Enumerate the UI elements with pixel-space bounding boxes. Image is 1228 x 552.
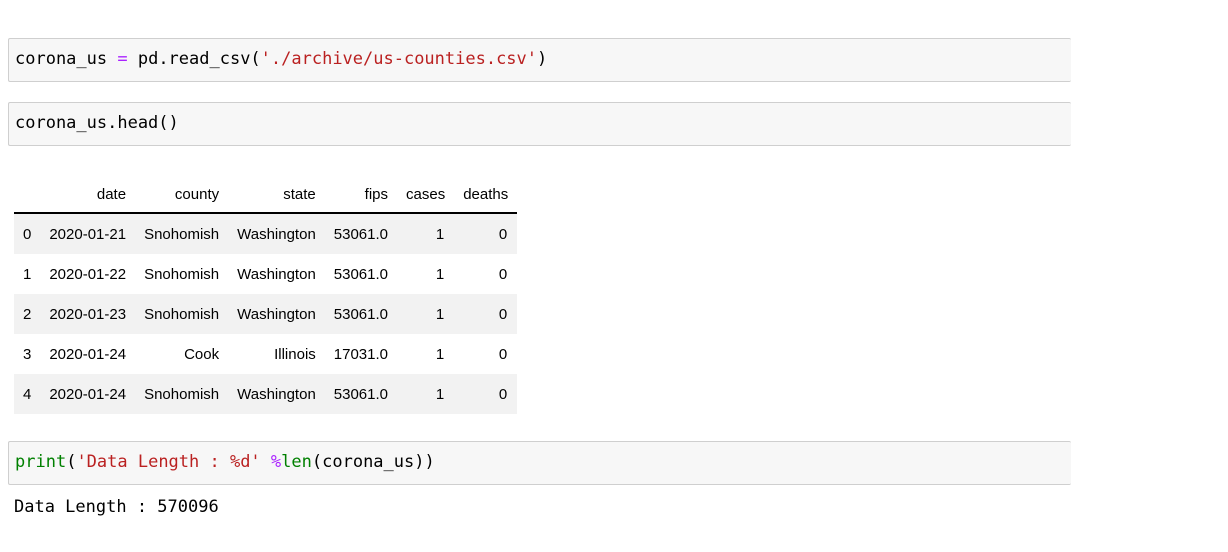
- table-cell: 0: [498, 345, 508, 363]
- column-header: deaths: [454, 176, 518, 214]
- table-cell: 0: [498, 305, 508, 323]
- print-output: Data Length : 570096: [14, 497, 219, 517]
- table-cell: 0: [498, 225, 508, 243]
- code-token: (: [66, 452, 77, 472]
- table-row: 4 2020-01-24 Snohomish Washington 53061.0 1 0: [14, 374, 518, 414]
- code-token: %: [270, 452, 282, 472]
- code-cell-read-csv[interactable]: corona_us = pd.read_csv('./archive/us-co…: [8, 38, 1071, 82]
- table-cell: 2020-01-23: [49, 305, 127, 323]
- row-index: 3: [23, 345, 32, 363]
- table-cell: 53061.0: [333, 305, 389, 323]
- table-cell: 1: [435, 265, 445, 283]
- table-cell: Cook: [184, 345, 220, 363]
- code-token: print: [15, 452, 67, 472]
- column-header: [14, 176, 41, 214]
- table-cell: Washington: [237, 305, 316, 323]
- column-header: cases: [397, 176, 455, 214]
- table-row: 1 2020-01-22 Snohomish Washington 53061.0 1 0: [14, 254, 518, 294]
- table-cell: Illinois: [274, 345, 316, 363]
- row-index: 1: [23, 265, 32, 283]
- code-token: len: [281, 452, 312, 472]
- table-cell: 2020-01-24: [49, 345, 127, 363]
- table-cell: 1: [435, 385, 445, 403]
- dataframe-header: date county state fips cases deaths: [14, 176, 518, 214]
- table-cell: 17031.0: [333, 345, 389, 363]
- table-cell: Washington: [237, 385, 316, 403]
- table-cell: Snohomish: [144, 225, 220, 243]
- table-cell: 1: [435, 225, 445, 243]
- table-cell: 0: [498, 385, 508, 403]
- code-token: 'Data Length : %d': [76, 452, 261, 472]
- table-cell: 0: [498, 265, 508, 283]
- table-cell: Washington: [237, 265, 316, 283]
- dataframe-body: 0 2020-01-21 Snohomish Washington 53061.0 1 0 1…: [14, 213, 518, 414]
- table-cell: 53061.0: [333, 385, 389, 403]
- column-header: state: [228, 176, 325, 214]
- table-row: 2 2020-01-23 Snohomish Washington 53061.0 1 0: [14, 294, 518, 334]
- code-token: './archive/us-counties.csv': [260, 49, 538, 69]
- table-cell: Snohomish: [144, 265, 220, 283]
- table-cell: Snohomish: [144, 385, 220, 403]
- table-cell: 1: [435, 345, 445, 363]
- table-cell: 2020-01-22: [49, 265, 127, 283]
- column-header: date: [40, 176, 136, 214]
- code-token: corona_us: [15, 49, 118, 69]
- row-index: 0: [23, 225, 32, 243]
- table-cell: Washington: [237, 225, 316, 243]
- table-cell: 1: [435, 305, 445, 323]
- code-token: ): [537, 49, 548, 69]
- table-cell: Snohomish: [144, 305, 220, 323]
- code-token: pd.read_csv(: [127, 49, 261, 69]
- column-header: fips: [324, 176, 398, 214]
- code-token: corona_us.head(): [15, 113, 179, 133]
- column-header: county: [135, 176, 229, 214]
- code-token: =: [117, 49, 128, 69]
- table-cell: 2020-01-24: [49, 385, 127, 403]
- code-token: (corona_us)): [311, 452, 435, 472]
- row-index: 4: [23, 385, 32, 403]
- table-row: 0 2020-01-21 Snohomish Washington 53061.0 1 0: [14, 213, 518, 254]
- code-cell-print-length[interactable]: print('Data Length : %d' %len(corona_us)…: [8, 441, 1071, 485]
- table-cell: 2020-01-21: [49, 225, 127, 243]
- code-cell-head[interactable]: corona_us.head(): [8, 102, 1071, 146]
- table-row: 3 2020-01-24 Cook Illinois 17031.0 1 0: [14, 334, 518, 374]
- dataframe-output-table: date county state fips cases deaths 0 2020-01-…: [14, 176, 518, 414]
- row-index: 2: [23, 305, 32, 323]
- table-cell: 53061.0: [333, 265, 389, 283]
- table-cell: 53061.0: [333, 225, 389, 243]
